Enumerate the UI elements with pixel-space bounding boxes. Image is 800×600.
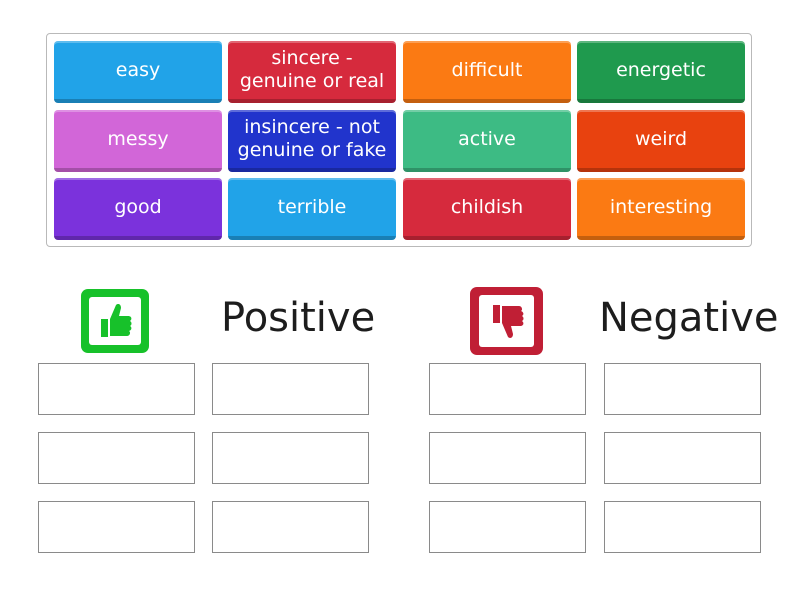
tile-weird[interactable]: weird	[577, 110, 745, 172]
tile-terrible[interactable]: terrible	[228, 178, 396, 240]
tile-insincere[interactable]: insincere - not genuine or fake	[228, 110, 396, 172]
positive-drop-slot[interactable]	[38, 363, 195, 415]
thumbs-down-icon	[470, 287, 543, 355]
tile-energetic[interactable]: energetic	[577, 41, 745, 103]
tile-active[interactable]: active	[403, 110, 571, 172]
positive-drop-slot[interactable]	[38, 432, 195, 484]
tile-interesting[interactable]: interesting	[577, 178, 745, 240]
thumbs-up-icon	[81, 289, 149, 353]
tile-messy[interactable]: messy	[54, 110, 222, 172]
tile-easy[interactable]: easy	[54, 41, 222, 103]
negative-group-title: Negative	[599, 295, 779, 341]
positive-drop-slot[interactable]	[212, 432, 369, 484]
negative-drop-slot[interactable]	[604, 363, 761, 415]
negative-drop-slot[interactable]	[429, 432, 586, 484]
positive-drop-slot[interactable]	[212, 363, 369, 415]
positive-drop-slot[interactable]	[212, 501, 369, 553]
tile-difficult[interactable]: difficult	[403, 41, 571, 103]
negative-drop-slot[interactable]	[604, 501, 761, 553]
positive-drop-slot[interactable]	[38, 501, 195, 553]
tile-sincere[interactable]: sincere - genuine or real	[228, 41, 396, 103]
tile-good[interactable]: good	[54, 178, 222, 240]
negative-drop-slot[interactable]	[429, 363, 586, 415]
tile-childish[interactable]: childish	[403, 178, 571, 240]
positive-group-title: Positive	[221, 295, 376, 341]
negative-drop-slot[interactable]	[604, 432, 761, 484]
negative-drop-slot[interactable]	[429, 501, 586, 553]
